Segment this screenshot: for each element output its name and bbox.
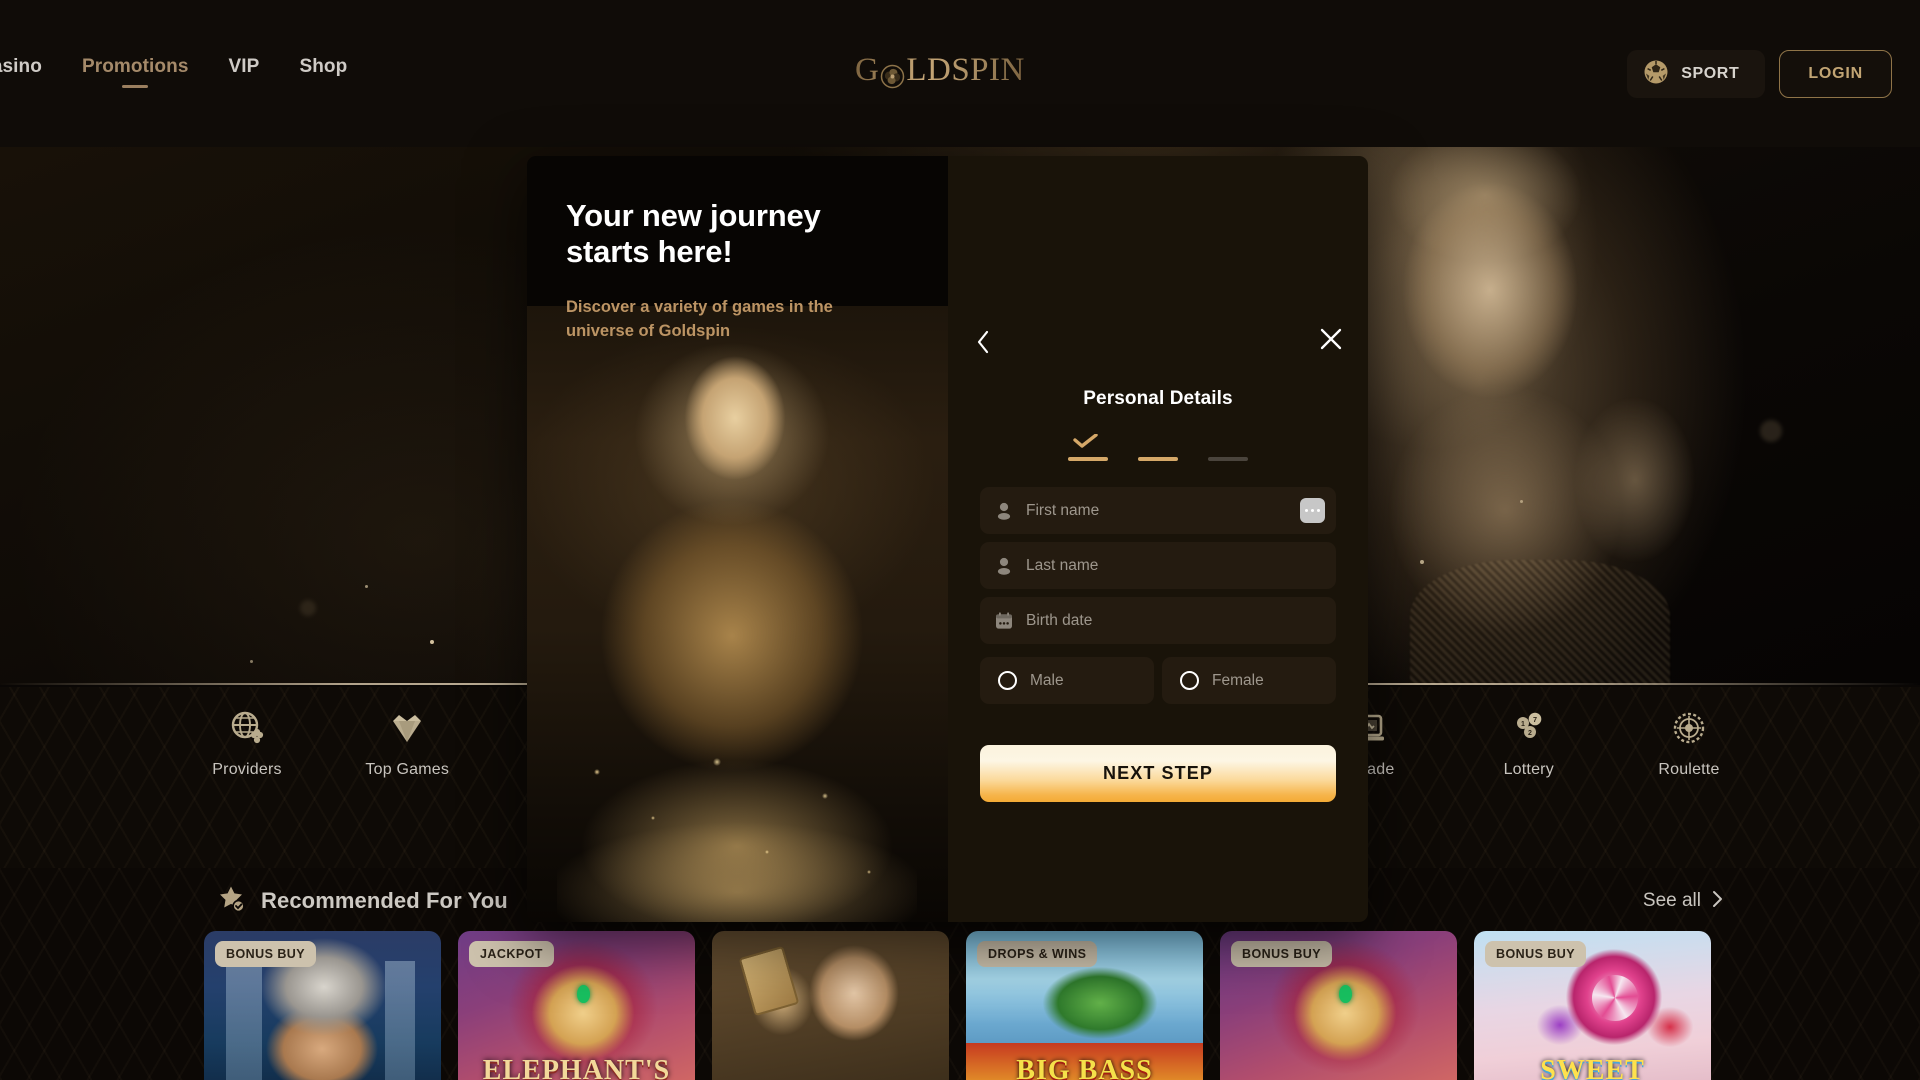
step-3 xyxy=(1208,439,1248,461)
person-icon xyxy=(992,554,1016,578)
registration-modal: Your new journey starts here! Discover a… xyxy=(527,156,1368,922)
gender-label: Female xyxy=(1212,671,1264,689)
promo-subheading: Discover a variety of games in the unive… xyxy=(566,297,833,340)
person-icon xyxy=(992,499,1016,523)
modal-form-panel: Personal Details First name Last name Bi… xyxy=(948,156,1368,922)
promo-illustration xyxy=(527,306,948,922)
gender-option-male[interactable]: Male xyxy=(980,657,1154,704)
radio-icon xyxy=(1180,671,1199,690)
form-title: Personal Details xyxy=(1083,388,1233,409)
step-bar xyxy=(1208,457,1248,461)
last-name-field[interactable]: Last name xyxy=(980,542,1336,589)
promo-heading: Your new journey starts here! xyxy=(566,198,821,269)
birth-date-placeholder: Birth date xyxy=(1026,611,1093,629)
gender-option-female[interactable]: Female xyxy=(1162,657,1336,704)
gender-label: Male xyxy=(1030,671,1064,689)
birth-date-field[interactable]: Birth date xyxy=(980,597,1336,644)
next-step-button[interactable]: NEXT STEP xyxy=(980,745,1336,802)
radio-icon xyxy=(998,671,1017,690)
modal-overlay: Your new journey starts here! Discover a… xyxy=(0,0,1920,1080)
modal-promo-panel: Your new journey starts here! Discover a… xyxy=(527,156,948,922)
step-bar xyxy=(1068,457,1108,461)
first-name-field[interactable]: First name xyxy=(980,487,1336,534)
step-indicator xyxy=(948,433,1368,461)
step-2 xyxy=(1138,439,1178,461)
form-fields: First name Last name Birth date Male Fem… xyxy=(980,487,1336,802)
autofill-badge-icon[interactable] xyxy=(1300,498,1325,523)
gender-radio-group: Male Female xyxy=(980,657,1336,704)
first-name-placeholder: First name xyxy=(1026,501,1100,519)
check-icon xyxy=(1072,433,1104,453)
promo-text-block: Your new journey starts here! Discover a… xyxy=(566,198,866,344)
back-button[interactable] xyxy=(974,328,992,361)
calendar-icon xyxy=(992,609,1016,633)
next-step-label: NEXT STEP xyxy=(1103,763,1213,783)
close-button[interactable] xyxy=(1318,326,1344,357)
step-bar xyxy=(1138,457,1178,461)
step-1 xyxy=(1068,433,1108,461)
last-name-placeholder: Last name xyxy=(1026,556,1099,574)
